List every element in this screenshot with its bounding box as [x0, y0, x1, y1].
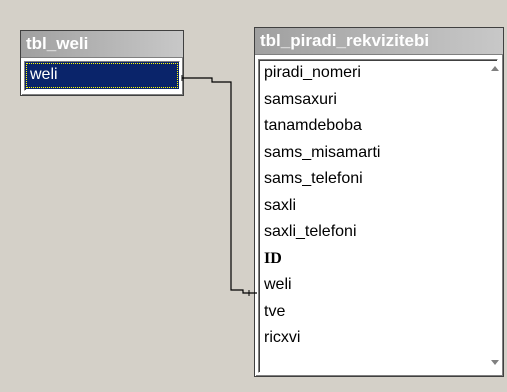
table-window-tbl-weli[interactable]: tbl_weli weli [20, 30, 184, 96]
field-ricxvi[interactable]: ricxvi [259, 325, 497, 352]
scroll-down-arrow-icon[interactable] [491, 360, 499, 365]
scroll-up-arrow-icon[interactable] [491, 66, 499, 71]
field-sams-telefoni[interactable]: sams_telefoni [259, 166, 497, 193]
field-weli[interactable]: weli [25, 62, 179, 89]
table-title[interactable]: tbl_weli [21, 31, 183, 58]
field-tanamdeboba[interactable]: tanamdeboba [259, 113, 497, 140]
field-piradi-nomeri[interactable]: piradi_nomeri [259, 60, 497, 87]
field-sams-misamarti[interactable]: sams_misamarti [259, 140, 497, 167]
field-samsaxuri[interactable]: samsaxuri [259, 87, 497, 114]
field-weli[interactable]: weli [259, 272, 497, 299]
field-list[interactable]: weli [24, 61, 180, 91]
field-list[interactable]: piradi_nomeri samsaxuri tanamdeboba sams_mi… [258, 59, 498, 373]
relationship-canvas: tbl_weli weli tbl_piradi_rekvizitebi pir… [0, 0, 507, 392]
field-id[interactable]: ID [259, 246, 497, 273]
relationship-line[interactable] [182, 77, 257, 294]
field-saxli-telefoni[interactable]: saxli_telefoni [259, 219, 497, 246]
table-title[interactable]: tbl_piradi_rekvizitebi [255, 28, 503, 55]
field-tve[interactable]: tve [259, 299, 497, 326]
field-saxli[interactable]: saxli [259, 193, 497, 220]
table-window-tbl-piradi-rekvizitebi[interactable]: tbl_piradi_rekvizitebi piradi_nomeri sams… [254, 27, 504, 377]
